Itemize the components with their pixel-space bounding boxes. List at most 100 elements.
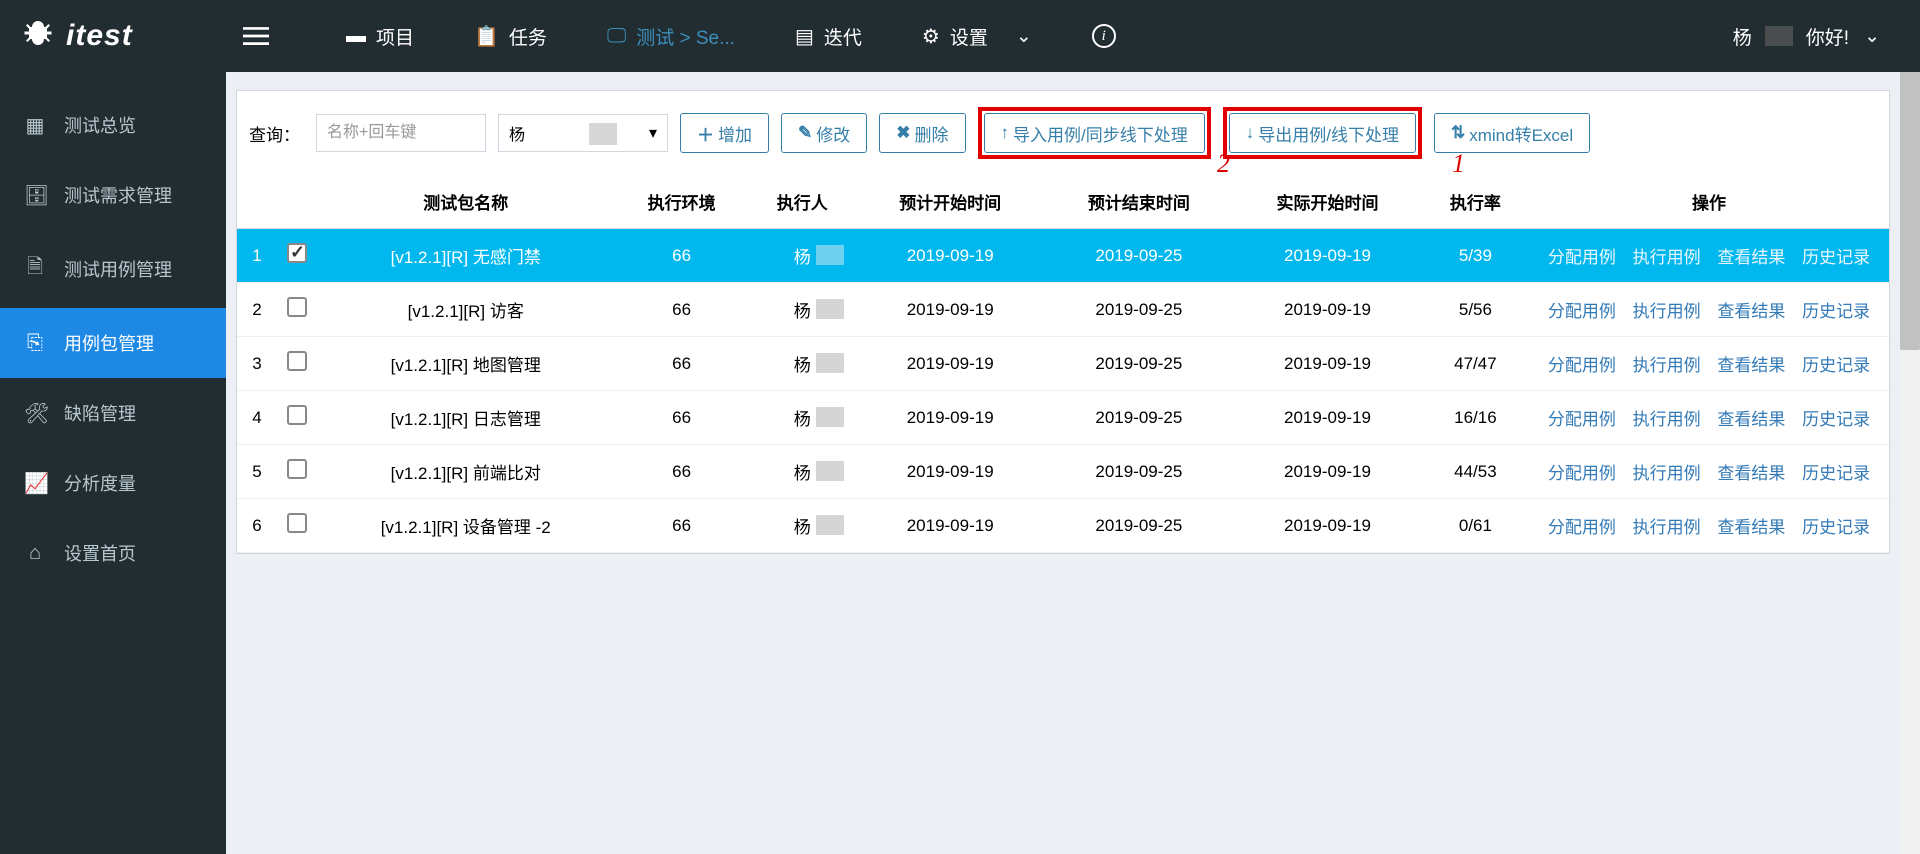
op-execute[interactable]: 执行用例 [1633, 464, 1701, 483]
table-row[interactable]: 5 [v1.2.1][R] 前端比对 66 杨 2019-09-19 2019-… [237, 445, 1889, 499]
search-input[interactable] [316, 114, 486, 152]
logo[interactable]: itest [0, 18, 226, 54]
table-row[interactable]: 4 [v1.2.1][R] 日志管理 66 杨 2019-09-19 2019-… [237, 391, 1889, 445]
dashboard-icon: ▦ [24, 113, 46, 138]
cell-plan-end: 2019-09-25 [1045, 229, 1234, 283]
cell-actual-start: 2019-09-19 [1233, 283, 1422, 337]
table-row[interactable]: 2 [v1.2.1][R] 访客 66 杨 2019-09-19 2019-09… [237, 283, 1889, 337]
row-checkbox[interactable] [287, 243, 307, 263]
btn-label: 导入用例/同步线下处理 [1013, 121, 1188, 146]
cell-plan-end: 2019-09-25 [1045, 499, 1234, 553]
logo-text: itest [66, 19, 133, 53]
btn-label: 删除 [915, 121, 949, 146]
op-history[interactable]: 历史记录 [1802, 518, 1870, 537]
home-icon: ⌂ [24, 542, 46, 565]
op-result[interactable]: 查看结果 [1717, 410, 1785, 429]
sidebar-item-requirements[interactable]: 🗄 测试需求管理 [0, 160, 226, 230]
op-history[interactable]: 历史记录 [1802, 302, 1870, 321]
cell-rate: 47/47 [1422, 337, 1529, 391]
redaction-mask [816, 461, 844, 481]
export-button[interactable]: ↓导出用例/线下处理 [1229, 113, 1416, 153]
op-execute[interactable]: 执行用例 [1633, 302, 1701, 321]
bug-icon [20, 18, 56, 54]
chart-icon: 📈 [24, 471, 46, 496]
cell-name: [v1.2.1][R] 无感门禁 [317, 229, 614, 283]
col-actual-start[interactable]: 实际开始时间 [1233, 175, 1422, 229]
sidebar-item-defects[interactable]: 🛠 缺陷管理 [0, 378, 226, 448]
op-history[interactable]: 历史记录 [1802, 356, 1870, 375]
user-menu[interactable]: 杨 你好! ⌄ [1733, 23, 1880, 50]
sidebar: ▦ 测试总览 🗄 测试需求管理 🗎 测试用例管理 ⎘ 用例包管理 🛠 缺陷管理 … [0, 0, 226, 854]
col-plan-end[interactable]: 预计结束时间 [1045, 175, 1234, 229]
col-name[interactable]: 测试包名称 [317, 175, 614, 229]
monitor-icon: 🖵 [607, 25, 626, 48]
main-content: 查询： 杨 ▾ ＋增加 ✎修改 ✖删除 ↑导入用例/同步线下处理 ↓导出用例/线… [226, 0, 1920, 854]
nav-task[interactable]: 📋 任务 [474, 23, 547, 50]
op-assign[interactable]: 分配用例 [1548, 410, 1616, 429]
op-history[interactable]: 历史记录 [1802, 248, 1870, 267]
delete-button[interactable]: ✖删除 [879, 113, 965, 153]
cell-plan-end: 2019-09-25 [1045, 391, 1234, 445]
op-assign[interactable]: 分配用例 [1548, 518, 1616, 537]
row-checkbox[interactable] [287, 513, 307, 533]
row-checkbox[interactable] [287, 351, 307, 371]
sidebar-item-home[interactable]: ⌂ 设置首页 [0, 518, 226, 588]
cell-name: [v1.2.1][R] 前端比对 [317, 445, 614, 499]
op-execute[interactable]: 执行用例 [1633, 248, 1701, 267]
cell-env: 66 [614, 283, 748, 337]
vertical-scrollbar[interactable] [1900, 0, 1920, 854]
op-result[interactable]: 查看结果 [1717, 248, 1785, 267]
nav-info[interactable]: i [1092, 24, 1116, 48]
op-result[interactable]: 查看结果 [1717, 302, 1785, 321]
col-env[interactable]: 执行环境 [614, 175, 748, 229]
cell-env: 66 [614, 499, 748, 553]
table-row[interactable]: 1 [v1.2.1][R] 无感门禁 66 杨 2019-09-19 2019-… [237, 229, 1889, 283]
op-history[interactable]: 历史记录 [1802, 464, 1870, 483]
tools-icon: 🛠 [24, 401, 46, 426]
op-assign[interactable]: 分配用例 [1548, 464, 1616, 483]
table-row[interactable]: 6 [v1.2.1][R] 设备管理 -2 66 杨 2019-09-19 20… [237, 499, 1889, 553]
top-header: itest ▬ 项目 📋 任务 🖵 测试 > Se... ▤ 迭代 ⚙ [0, 0, 1920, 72]
sidebar-item-analytics[interactable]: 📈 分析度量 [0, 448, 226, 518]
row-checkbox[interactable] [287, 405, 307, 425]
col-plan-start[interactable]: 预计开始时间 [856, 175, 1045, 229]
sidebar-item-label: 用例包管理 [64, 330, 154, 356]
nav-project[interactable]: ▬ 项目 [346, 23, 414, 50]
sidebar-item-overview[interactable]: ▦ 测试总览 [0, 90, 226, 160]
cell-rate: 5/39 [1422, 229, 1529, 283]
op-assign[interactable]: 分配用例 [1548, 356, 1616, 375]
op-assign[interactable]: 分配用例 [1548, 248, 1616, 267]
sidebar-item-cases[interactable]: 🗎 测试用例管理 [0, 230, 226, 308]
col-executor[interactable]: 执行人 [749, 175, 856, 229]
cell-rate: 44/53 [1422, 445, 1529, 499]
arrow-up-icon: ↑ [1001, 123, 1010, 143]
op-result[interactable]: 查看结果 [1717, 518, 1785, 537]
executor-dropdown[interactable]: 杨 ▾ [498, 114, 668, 152]
menu-toggle[interactable] [226, 25, 286, 47]
op-execute[interactable]: 执行用例 [1633, 410, 1701, 429]
import-button[interactable]: ↑导入用例/同步线下处理 [984, 113, 1205, 153]
nav-iteration[interactable]: ▤ 迭代 [795, 23, 862, 50]
add-button[interactable]: ＋增加 [680, 113, 769, 153]
table-header: 测试包名称 执行环境 执行人 预计开始时间 预计结束时间 实际开始时间 执行率 … [237, 175, 1889, 229]
row-checkbox[interactable] [287, 459, 307, 479]
pencil-icon: ✎ [798, 123, 812, 143]
op-result[interactable]: 查看结果 [1717, 356, 1785, 375]
edit-button[interactable]: ✎修改 [781, 113, 867, 153]
highlight-box-import: ↑导入用例/同步线下处理 [978, 107, 1211, 159]
table-row[interactable]: 3 [v1.2.1][R] 地图管理 66 杨 2019-09-19 2019-… [237, 337, 1889, 391]
op-execute[interactable]: 执行用例 [1633, 356, 1701, 375]
nav-test[interactable]: 🖵 测试 > Se... [607, 23, 735, 50]
cell-ops: 分配用例 执行用例 查看结果 历史记录 [1529, 391, 1889, 445]
redaction-mask [816, 299, 844, 319]
op-assign[interactable]: 分配用例 [1548, 302, 1616, 321]
nav-settings[interactable]: ⚙ 设置 ⌄ [922, 23, 1032, 50]
row-checkbox[interactable] [287, 297, 307, 317]
col-rate[interactable]: 执行率 [1422, 175, 1529, 229]
op-history[interactable]: 历史记录 [1802, 410, 1870, 429]
annotation-1: 1 [1452, 149, 1465, 179]
op-execute[interactable]: 执行用例 [1633, 518, 1701, 537]
op-result[interactable]: 查看结果 [1717, 464, 1785, 483]
xmind-button[interactable]: ⇅xmind转Excel [1434, 113, 1590, 153]
sidebar-item-packages[interactable]: ⎘ 用例包管理 [0, 308, 226, 378]
